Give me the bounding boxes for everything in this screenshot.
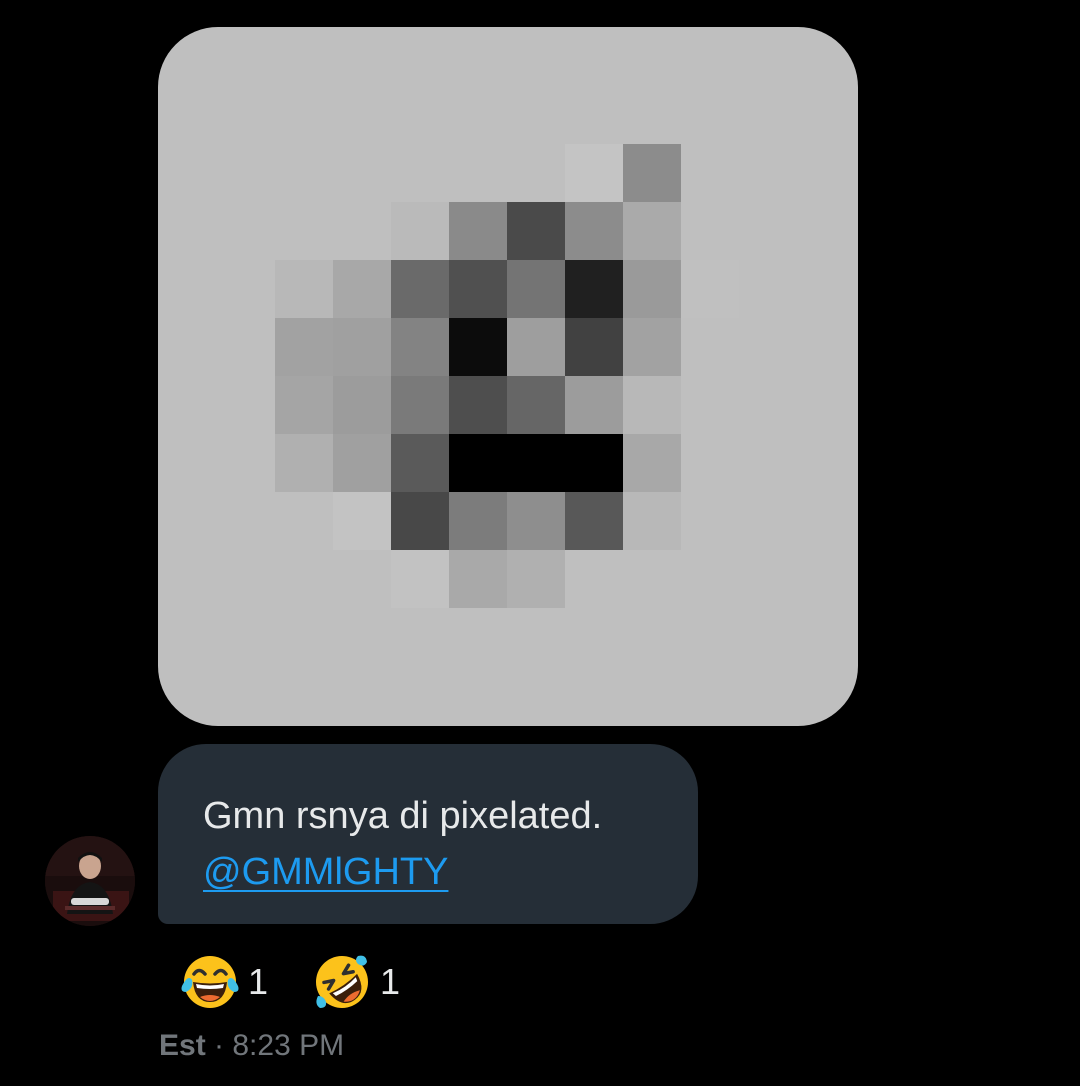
image-pixel [623,260,681,318]
image-pixel [333,492,391,550]
image-pixel [507,260,565,318]
image-pixel [623,144,681,202]
pixelated-image-attachment[interactable] [158,27,858,726]
image-pixel [623,318,681,376]
image-pixel [449,492,507,550]
image-pixel [681,260,739,318]
pixelated-image [158,27,858,726]
image-pixel [333,434,391,492]
image-pixel [391,376,449,434]
image-pixel [391,318,449,376]
image-pixel [391,260,449,318]
image-pixel [449,202,507,260]
mention-link[interactable]: @GMMlGHTY [203,844,448,900]
face-with-tears-of-joy-icon [181,956,239,1008]
image-pixel [507,434,565,492]
image-pixel [275,318,333,376]
image-pixel [565,260,623,318]
image-pixel [391,202,449,260]
image-pixel [507,202,565,260]
image-pixel [565,492,623,550]
image-pixel [449,318,507,376]
image-pixel [391,550,449,608]
image-pixel [507,550,565,608]
image-pixel [333,318,391,376]
message-meta: Est · 8:23 PM [159,1028,344,1064]
message-text: Gmn rsnya di pixelated. [203,795,603,837]
reaction-rolling-laughing[interactable]: 1 [312,952,400,1012]
image-pixel [449,260,507,318]
image-pixel [391,434,449,492]
image-pixel [333,260,391,318]
image-pixel [275,260,333,318]
image-pixel [507,492,565,550]
message-bubble[interactable]: Gmn rsnya di pixelated. @GMMlGHTY [158,744,698,924]
message-time: 8:23 PM [232,1029,345,1062]
image-pixel [565,434,623,492]
rolling-on-the-floor-laughing-icon [316,955,368,1008]
image-pixel [565,318,623,376]
image-pixel [623,376,681,434]
image-pixel [623,434,681,492]
avatar-photo [45,836,135,926]
meta-separator: · [205,1029,233,1062]
image-pixel [449,376,507,434]
image-pixel [275,376,333,434]
image-pixel [623,202,681,260]
message-status: Est [159,1029,206,1062]
image-pixel [507,376,565,434]
image-pixel [449,434,507,492]
image-pixel [275,434,333,492]
image-pixel [623,492,681,550]
image-pixel [507,318,565,376]
sender-avatar[interactable] [45,836,135,926]
reaction-tears-of-joy[interactable]: 1 [180,952,268,1012]
image-pixel [391,492,449,550]
image-pixel [565,202,623,260]
image-pixel [333,376,391,434]
image-pixel [565,376,623,434]
reaction-count: 1 [248,961,269,1002]
image-pixel [565,144,623,202]
reaction-count: 1 [380,961,401,1002]
image-pixel [449,550,507,608]
